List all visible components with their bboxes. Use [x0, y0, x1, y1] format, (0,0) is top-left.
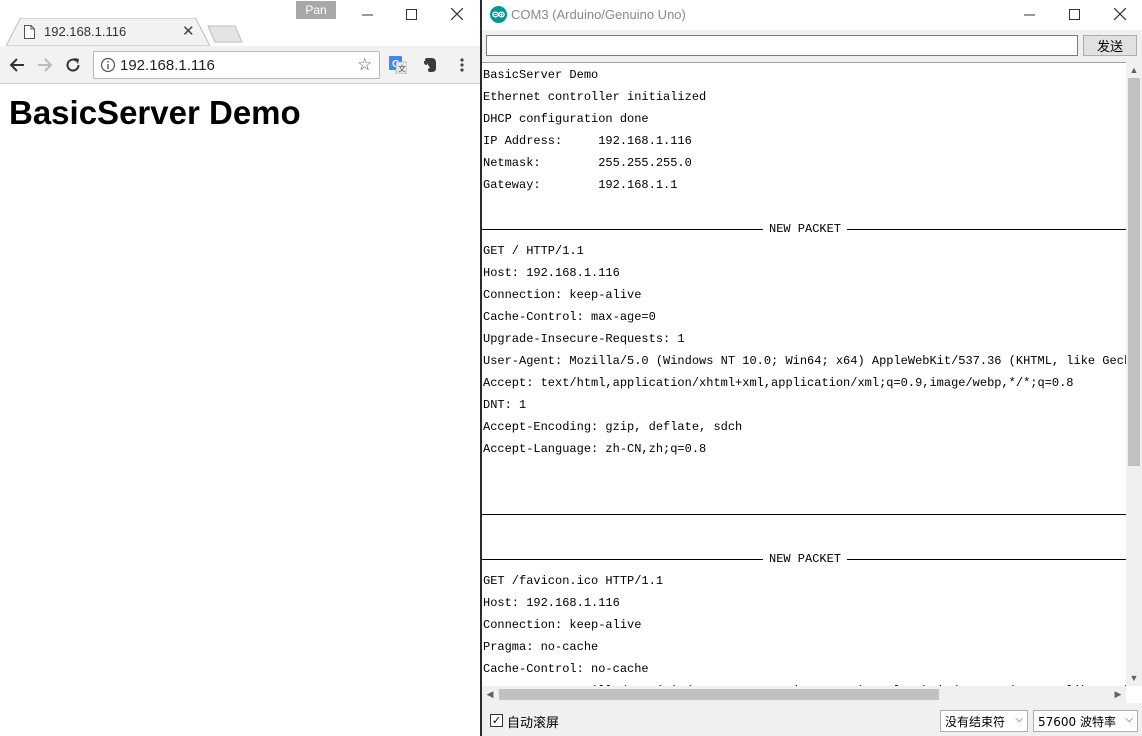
console-line: Connection: keep-alive	[483, 288, 642, 302]
forward-button[interactable]	[34, 54, 56, 76]
console-line: Netmask: 255.255.255.0	[483, 156, 692, 170]
web-page-content: BasicServer Demo	[0, 84, 480, 736]
autoscroll-label: 自动滚屏	[507, 716, 560, 731]
send-button[interactable]: 发送	[1083, 35, 1137, 56]
serial-output-console[interactable]: BasicServer Demo Ethernet controller init…	[482, 62, 1126, 686]
console-line: Upgrade-Insecure-Requests: 1	[483, 332, 685, 346]
console-line: Host: 192.168.1.116	[483, 266, 620, 280]
back-button[interactable]	[6, 54, 28, 76]
serial-titlebar: COM3 (Arduino/Genuino Uno)	[482, 0, 1142, 30]
console-line: User-Agent: Mozilla/5.0 (Windows NT 10.0…	[483, 354, 1126, 368]
url-text: 192.168.1.116	[120, 57, 215, 74]
console-line: Pragma: no-cache	[483, 640, 599, 654]
bookmark-star-icon[interactable]: ☆	[357, 55, 372, 75]
close-window-button[interactable]	[442, 3, 472, 25]
line-ending-select[interactable]: 没有结束符 ⌵	[940, 710, 1028, 732]
arduino-icon	[490, 6, 507, 23]
baud-rate-value: 57600 波特率	[1038, 715, 1116, 729]
scroll-up-arrow-icon[interactable]: ▲	[1126, 62, 1142, 78]
console-line: IP Address: 192.168.1.116	[483, 134, 692, 148]
minimize-icon	[361, 14, 373, 15]
serial-close-button[interactable]	[1105, 3, 1135, 25]
browser-window: 192.168.1.116 ✕ Pan 192.168.1.116 ☆ 文 Ba…	[0, 0, 480, 736]
scroll-left-arrow-icon[interactable]: ◀	[482, 686, 498, 702]
close-icon	[1114, 8, 1126, 20]
packet-label: NEW PACKET	[763, 548, 848, 570]
maximize-icon	[405, 8, 417, 20]
scroll-down-arrow-icon[interactable]: ▼	[1126, 670, 1142, 686]
console-line: Accept: text/html,application/xhtml+xml,…	[483, 376, 1074, 390]
tab-strip: 192.168.1.116 ✕ Pan	[0, 0, 480, 46]
forward-arrow-icon	[38, 58, 53, 72]
serial-maximize-button[interactable]	[1059, 3, 1089, 25]
maximize-icon	[1068, 8, 1080, 20]
translate-extension-button[interactable]: G 文	[387, 54, 409, 76]
serial-status-bar: ✓ 自动滚屏 没有结束符 ⌵ 57600 波特率 ⌵	[482, 703, 1142, 736]
minimize-button[interactable]	[352, 3, 382, 25]
baud-rate-select[interactable]: 57600 波特率 ⌵	[1033, 710, 1138, 732]
autoscroll-checkbox[interactable]: ✓	[490, 714, 503, 727]
evernote-extension-button[interactable]	[419, 54, 441, 76]
console-line: Cache-Control: no-cache	[483, 662, 649, 676]
page-icon	[24, 25, 35, 39]
serial-monitor-window: COM3 (Arduino/Genuino Uno) 发送 BasicServe…	[482, 0, 1142, 736]
console-line: Host: 192.168.1.116	[483, 596, 620, 610]
console-line: DNT: 1	[483, 398, 527, 412]
send-row: 发送	[482, 30, 1142, 62]
google-translate-icon: G 文	[389, 56, 407, 74]
horizontal-scrollbar[interactable]: ◀ ▶	[482, 686, 1126, 703]
chevron-down-icon: ⌵	[1125, 714, 1133, 725]
reload-button[interactable]	[62, 54, 84, 76]
console-line: Accept-Language: zh-CN,zh;q=0.8	[483, 442, 707, 456]
serial-window-title: COM3 (Arduino/Genuino Uno)	[511, 7, 686, 22]
evernote-elephant-icon	[424, 58, 436, 72]
browser-menu-button[interactable]	[451, 54, 473, 76]
address-bar[interactable]: 192.168.1.116 ☆	[93, 51, 380, 79]
console-line: Gateway: 192.168.1.1	[483, 178, 678, 192]
console-line: Accept-Encoding: gzip, deflate, sdch	[483, 420, 743, 434]
minimize-icon	[1023, 14, 1035, 15]
profile-badge[interactable]: Pan	[296, 1, 336, 19]
tab-title: 192.168.1.116	[44, 24, 127, 39]
info-icon[interactable]	[100, 57, 116, 73]
tab-close-icon[interactable]: ✕	[182, 22, 195, 40]
console-line: GET /favicon.ico HTTP/1.1	[483, 574, 664, 588]
page-heading: BasicServer Demo	[9, 94, 301, 131]
browser-toolbar: 192.168.1.116 ☆ G 文	[0, 46, 480, 84]
console-line: BasicServer Demo	[483, 68, 599, 82]
chevron-down-icon: ⌵	[1015, 714, 1023, 725]
serial-send-input[interactable]	[486, 35, 1078, 56]
vertical-scrollbar[interactable]: ▲ ▼	[1126, 62, 1142, 686]
close-icon	[451, 8, 463, 20]
scroll-right-arrow-icon[interactable]: ▶	[1110, 686, 1126, 702]
console-line: DHCP configuration done	[483, 112, 649, 126]
console-line: Connection: keep-alive	[483, 618, 642, 632]
new-tab-button[interactable]	[207, 25, 243, 43]
console-line: Ethernet controller initialized	[483, 90, 707, 104]
packet-label: NEW PACKET	[763, 218, 848, 240]
reload-icon	[66, 58, 80, 72]
maximize-button[interactable]	[396, 3, 426, 25]
console-line: Cache-Control: max-age=0	[483, 310, 656, 324]
horizontal-scroll-thumb[interactable]	[499, 689, 939, 700]
more-vertical-icon	[460, 58, 464, 72]
vertical-scroll-thumb[interactable]	[1128, 78, 1140, 466]
serial-minimize-button[interactable]	[1014, 3, 1044, 25]
console-line: GET / HTTP/1.1	[483, 244, 584, 258]
back-arrow-icon	[9, 58, 24, 72]
line-ending-value: 没有结束符	[945, 715, 1006, 729]
svg-text:文: 文	[398, 64, 406, 74]
packet-end-separator	[482, 514, 1126, 515]
